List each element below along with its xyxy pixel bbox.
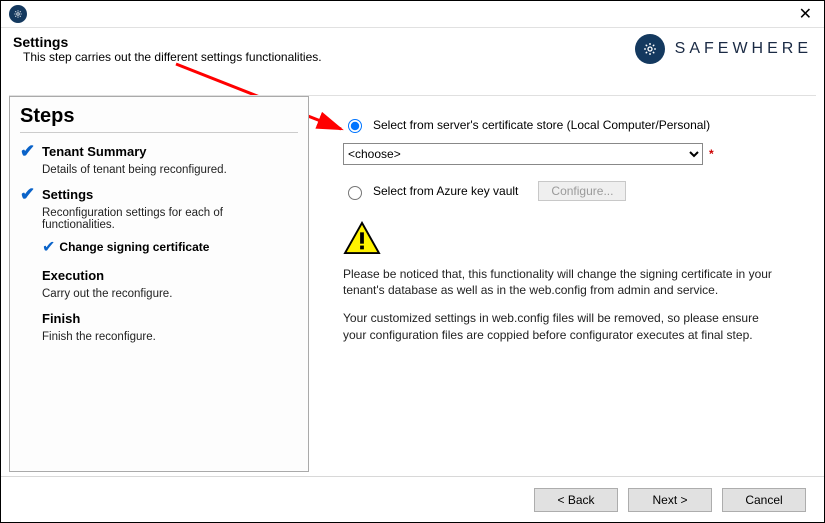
warning-text-2: Your customized settings in web.config f…: [343, 310, 773, 342]
step-title: Finish: [42, 311, 80, 326]
check-icon: ✔: [42, 237, 55, 257]
next-button[interactable]: Next >: [628, 488, 712, 512]
close-icon[interactable]: ✕: [795, 4, 816, 24]
step-settings: ✔ Settings Reconfiguration settings for …: [20, 184, 298, 257]
brand-text: SAFEWHERE: [675, 40, 812, 58]
content: Select from server's certificate store (…: [309, 96, 816, 472]
titlebar: ✕: [1, 1, 824, 28]
step-finish: ✔ Finish Finish the reconfigure.: [20, 308, 298, 343]
radio-server-store[interactable]: [348, 119, 362, 133]
option-azure-label: Select from Azure key vault: [373, 184, 518, 198]
step-desc: Carry out the reconfigure.: [42, 288, 298, 300]
certificate-select[interactable]: <choose>: [343, 143, 703, 165]
step-tenant-summary: ✔ Tenant Summary Details of tenant being…: [20, 141, 298, 176]
brand: SAFEWHERE: [635, 34, 812, 64]
app-icon: [9, 5, 27, 23]
check-icon: ✔: [20, 184, 38, 205]
substep-change-signing-cert: ✔ Change signing certificate: [42, 237, 298, 257]
warning-icon: [343, 221, 381, 258]
step-title: Settings: [42, 187, 93, 202]
step-desc: Finish the reconfigure.: [42, 331, 298, 343]
option-server-label: Select from server's certificate store (…: [373, 118, 710, 132]
step-desc: Reconfiguration settings for each of fun…: [42, 207, 298, 231]
option-azure-vault[interactable]: Select from Azure key vault Configure...: [343, 181, 796, 201]
warning-block: Please be noticed that, this functionali…: [343, 221, 796, 343]
sidebar-heading: Steps: [20, 105, 298, 133]
check-icon: ✔: [20, 141, 38, 162]
dialog-window: ✕ Settings This step carries out the dif…: [0, 0, 825, 523]
brand-icon: [635, 34, 665, 64]
header: Settings This step carries out the diffe…: [1, 28, 824, 74]
required-indicator: *: [709, 147, 714, 161]
step-desc: Details of tenant being reconfigured.: [42, 164, 298, 176]
step-title: Execution: [42, 268, 104, 283]
back-button[interactable]: < Back: [534, 488, 618, 512]
substep-label: Change signing certificate: [59, 240, 209, 254]
footer: < Back Next > Cancel: [1, 476, 824, 522]
option-server-store[interactable]: Select from server's certificate store (…: [343, 116, 796, 133]
page-title: Settings: [13, 34, 322, 50]
configure-button: Configure...: [538, 181, 626, 201]
cancel-button[interactable]: Cancel: [722, 488, 806, 512]
warning-text-1: Please be noticed that, this functionali…: [343, 266, 773, 298]
step-execution: ✔ Execution Carry out the reconfigure.: [20, 265, 298, 300]
radio-azure-vault[interactable]: [348, 186, 362, 200]
step-title: Tenant Summary: [42, 144, 147, 159]
page-subtitle: This step carries out the different sett…: [23, 50, 322, 64]
body: Steps ✔ Tenant Summary Details of tenant…: [9, 95, 816, 472]
steps-sidebar: Steps ✔ Tenant Summary Details of tenant…: [9, 96, 309, 472]
